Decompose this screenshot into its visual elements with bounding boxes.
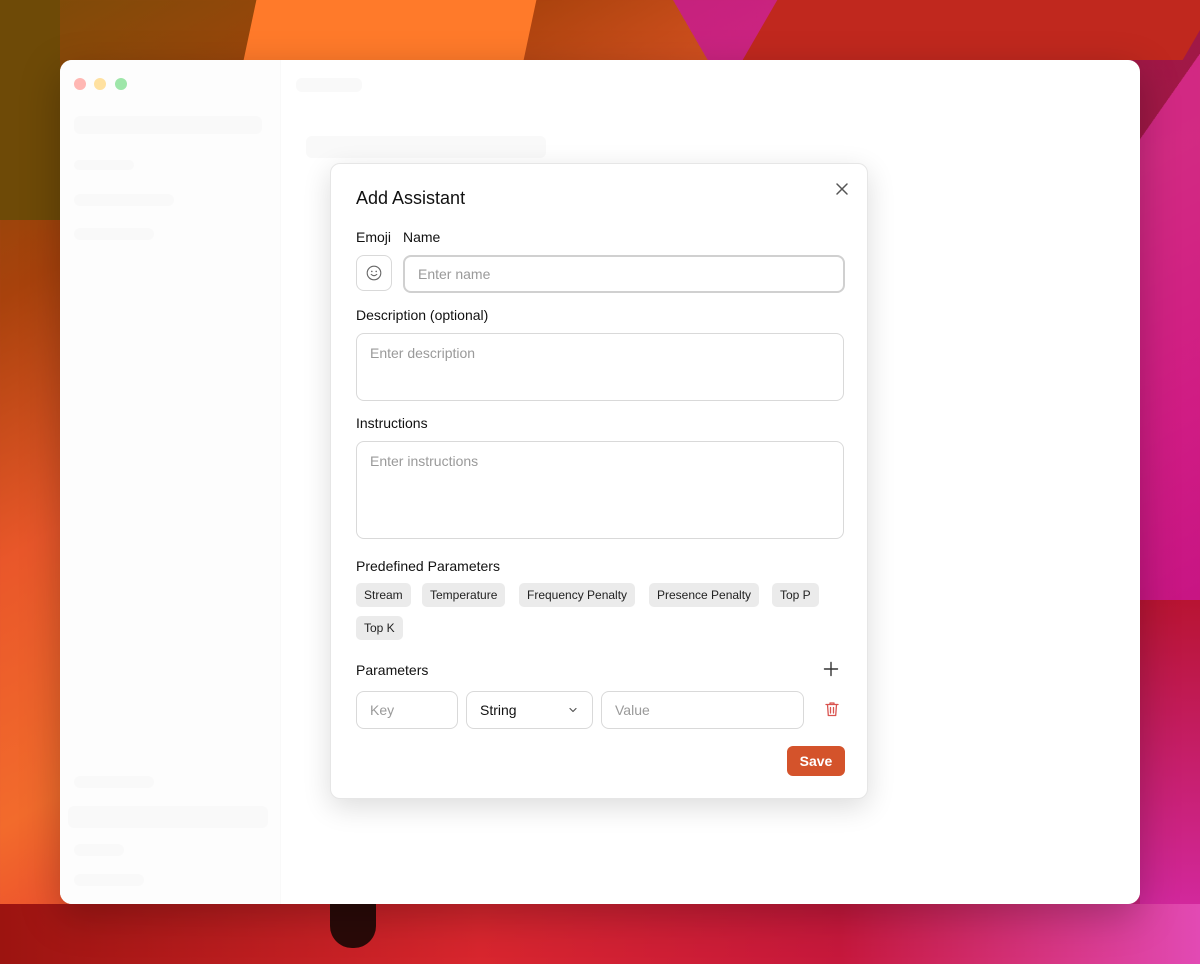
plus-icon[interactable]: [823, 661, 839, 677]
chip-temperature[interactable]: Temperature: [422, 583, 506, 607]
chevron-down-icon: [569, 707, 577, 713]
add-assistant-dialog: Add Assistant Emoji Name Description (op…: [330, 163, 868, 799]
description-input[interactable]: [356, 333, 844, 401]
wallpaper-shape: [330, 904, 376, 948]
save-button[interactable]: Save: [787, 746, 845, 776]
wallpaper-shape: [0, 0, 60, 220]
instructions-label: Instructions: [356, 415, 428, 431]
parameter-type-value: String: [480, 702, 517, 718]
instructions-input[interactable]: [356, 441, 844, 539]
parameters-label: Parameters: [356, 662, 429, 678]
chip-top-k[interactable]: Top K: [356, 616, 403, 640]
dialog-title: Add Assistant: [356, 188, 466, 208]
wallpaper-shape: [243, 0, 537, 60]
emoji-picker-button[interactable]: [356, 255, 392, 291]
chip-top-p[interactable]: Top P: [772, 583, 819, 607]
name-input[interactable]: [403, 255, 845, 293]
trash-icon[interactable]: [823, 700, 841, 718]
description-label: Description (optional): [356, 307, 489, 323]
wallpaper-shape: [1140, 600, 1200, 904]
wallpaper-shape: [742, 0, 1200, 60]
parameter-key-input[interactable]: [356, 691, 458, 729]
chip-stream[interactable]: Stream: [356, 583, 411, 607]
chip-presence-penalty[interactable]: Presence Penalty: [649, 583, 760, 607]
wallpaper-shape: [0, 904, 1200, 964]
emoji-label: Emoji: [356, 229, 392, 245]
chip-frequency-penalty[interactable]: Frequency Penalty: [519, 583, 636, 607]
parameter-value-input[interactable]: [601, 691, 804, 729]
parameter-type-select[interactable]: String: [466, 691, 593, 729]
smiley-icon: [366, 265, 382, 281]
close-icon[interactable]: [833, 180, 851, 198]
name-label: Name: [403, 229, 441, 245]
predefined-parameters-label: Predefined Parameters: [356, 558, 500, 574]
